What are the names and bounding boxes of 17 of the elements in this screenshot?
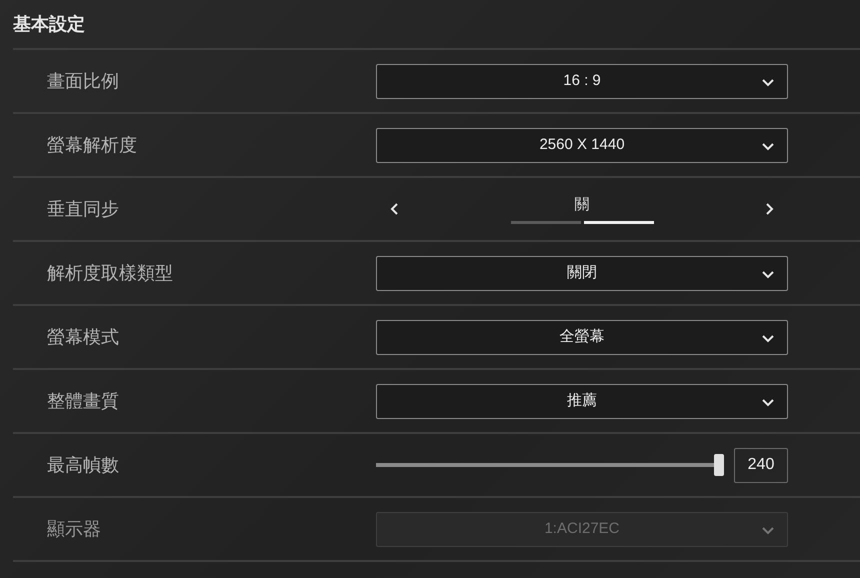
- setting-label: 解析度取樣類型: [46, 262, 174, 284]
- dropdown[interactable]: 關閉: [376, 256, 788, 290]
- section-title: 基本設定: [13, 12, 85, 36]
- setting-label: 顯示器: [46, 518, 102, 540]
- dropdown[interactable]: 推薦: [376, 384, 788, 418]
- setting-label: 畫面比例: [46, 70, 120, 92]
- setting-label: 整體畫質: [46, 390, 120, 412]
- dropdown[interactable]: 全螢幕: [376, 320, 788, 354]
- dropdown[interactable]: 16 : 9: [376, 64, 788, 98]
- setting-label: 螢幕解析度: [46, 134, 138, 156]
- value-field[interactable]: 240: [734, 448, 788, 482]
- slider-thumb[interactable]: [714, 454, 724, 476]
- setting-label: 螢幕模式: [46, 326, 120, 348]
- setting-label: 垂直同步: [46, 198, 120, 220]
- selector-value: 關: [574, 195, 590, 216]
- setting-label: 最高幀數: [46, 454, 120, 476]
- dropdown[interactable]: 2560 X 1440: [376, 128, 788, 162]
